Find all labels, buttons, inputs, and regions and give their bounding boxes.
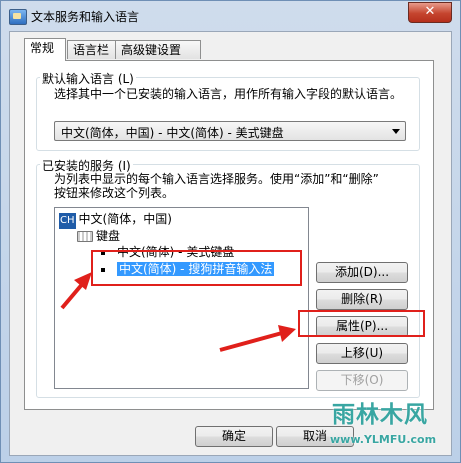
keyboard-icon <box>77 231 93 242</box>
tab-general[interactable]: 常规 <box>24 38 66 61</box>
title-bar[interactable]: 文本服务和输入语言 ✕ <box>1 1 460 31</box>
language-code-badge: CH <box>59 213 76 229</box>
move-up-button[interactable]: 上移(U) <box>316 343 408 364</box>
watermark-brand: 雨林木风 <box>332 402 428 428</box>
tab-advanced-key-settings[interactable]: 高级键设置 <box>115 40 201 59</box>
watermark: 雨林木风 www.YLMFU.com <box>322 395 450 455</box>
remove-button[interactable]: 删除(R) <box>316 289 408 310</box>
default-language-description: 选择其中一个已安装的输入语言，用作所有输入字段的默认语言。 <box>54 87 403 101</box>
ok-button[interactable]: 确定 <box>195 426 273 447</box>
close-button[interactable]: ✕ <box>408 2 452 23</box>
window-title: 文本服务和输入语言 <box>31 10 140 24</box>
chevron-down-icon <box>392 129 400 134</box>
tree-keyboard-node[interactable]: 键盘 <box>77 228 120 244</box>
services-tree[interactable]: CH 中文(简体，中国) 键盘 中文(简体) - 美式键盘 中文(简体) - 搜狗… <box>54 207 309 389</box>
default-language-select[interactable]: 中文(简体，中国) - 中文(简体) - 美式键盘 <box>54 121 406 141</box>
installed-services-description-2: 按钮来修改这个列表。 <box>54 186 175 200</box>
add-button[interactable]: 添加(D)... <box>316 262 408 283</box>
tree-language-node[interactable]: CH 中文(简体，中国) <box>59 211 172 229</box>
highlight-box-properties <box>298 310 425 337</box>
watermark-url: www.YLMFU.com <box>330 433 437 446</box>
move-down-button[interactable]: 下移(O) <box>316 370 408 391</box>
app-icon <box>9 9 27 25</box>
tree-language-label: 中文(简体，中国) <box>78 212 172 226</box>
installed-services-description-1: 为列表中显示的每个输入语言选择服务。使用“添加”和“删除” <box>54 172 379 186</box>
tree-keyboard-label: 键盘 <box>96 229 121 243</box>
default-language-label: 默认输入语言 (L) <box>40 70 136 87</box>
highlight-box-sogou <box>91 250 302 286</box>
default-language-selected: 中文(简体，中国) - 中文(简体) - 美式键盘 <box>61 126 284 140</box>
